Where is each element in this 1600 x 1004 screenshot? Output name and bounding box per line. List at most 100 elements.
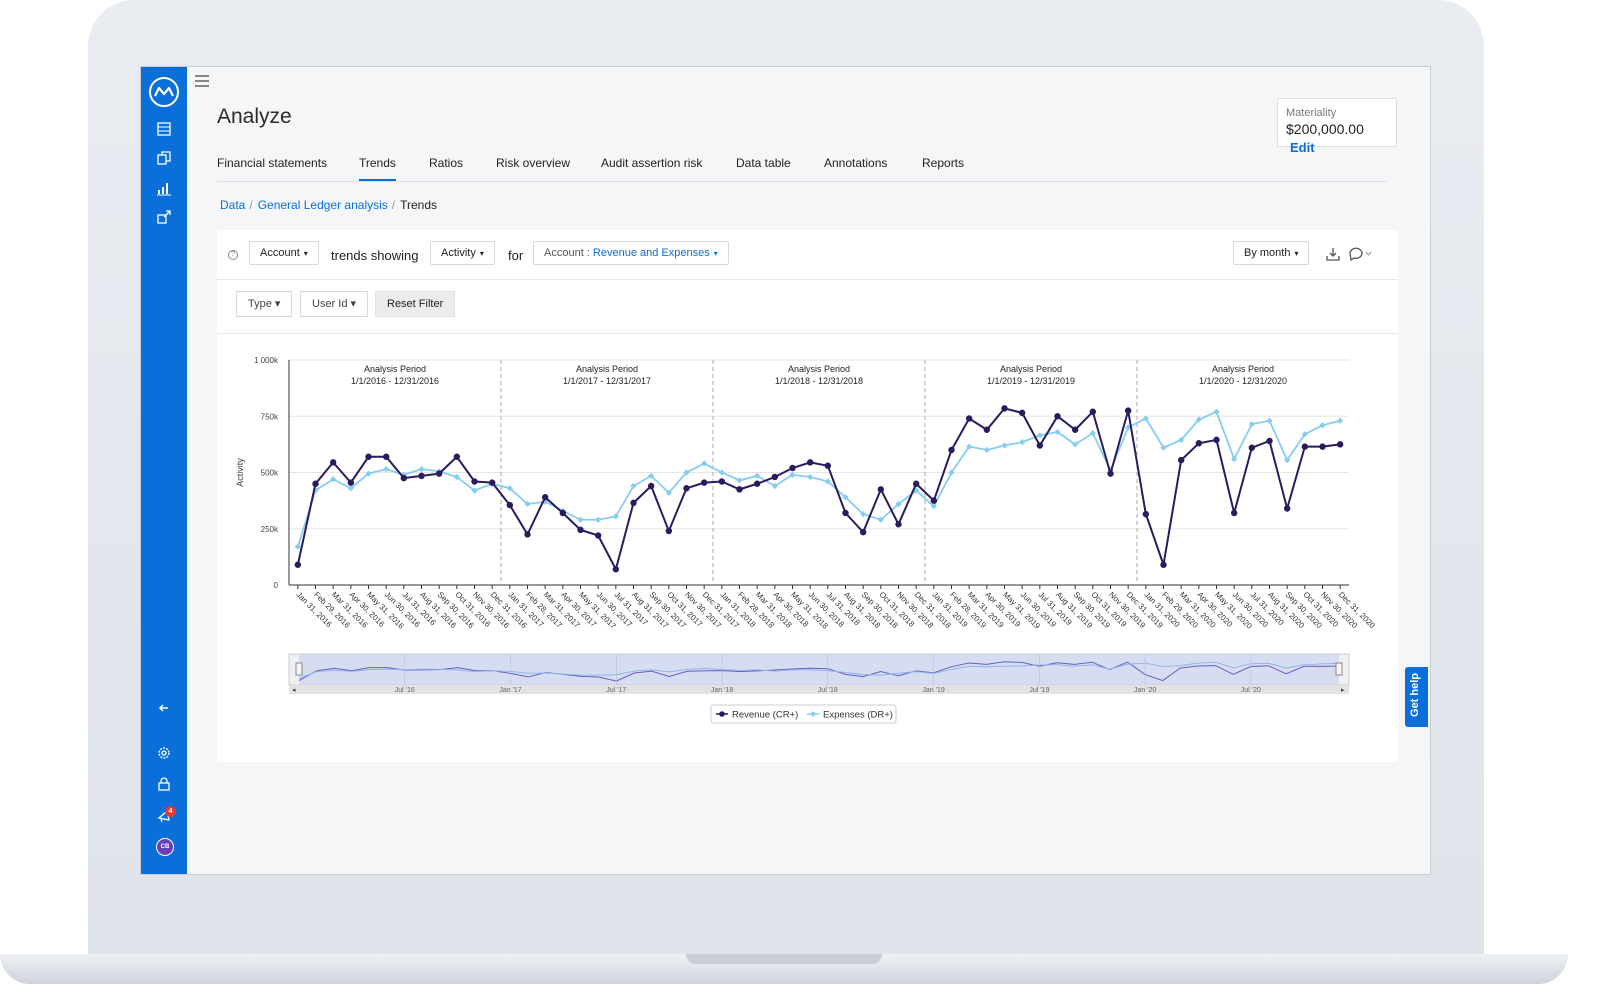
bar-chart-icon[interactable] [154,178,174,198]
table-icon[interactable] [154,119,174,139]
y-tick-label: 750k [261,412,279,421]
expenses-point [1266,417,1273,424]
revenue-point [541,494,549,501]
revenue-point [1142,510,1150,518]
revenue-point [771,473,779,481]
revenue-point [1177,456,1185,464]
export-icon[interactable] [154,207,174,227]
revenue-point [312,480,319,487]
revenue-point [965,415,973,422]
expenses-point [1319,422,1326,429]
download-icon[interactable] [1325,247,1341,261]
breadcrumb: Data / General Ledger analysis / Trends [220,198,437,212]
trend-chart: 0 250k 500k 750k 1 000k Activity Analysis Peri… [217,333,1398,762]
revenue-point [789,464,796,472]
notification-badge: 4 [165,806,176,817]
type-filter-button[interactable]: Type ▾ [236,291,293,317]
account-filter-dropdown[interactable]: Account : Revenue and Expenses ▾ [533,241,729,265]
get-help-label: Get help [1409,672,1421,717]
for-text: for [508,248,524,263]
revenue-point [1230,509,1238,517]
measure-dropdown[interactable]: Activity ▾ [430,241,495,265]
trends-showing-text: trends showing [331,248,419,263]
revenue-point [577,526,584,534]
period-annotation-title: Analysis Period [576,364,638,374]
menu-icon[interactable] [195,75,209,87]
navigator-left-handle [295,662,303,676]
revenue-point [895,521,902,528]
measure-value: Activity [441,247,476,259]
legend-revenue-label: Revenue (CR+) [732,710,798,721]
legend-revenue-marker [719,711,725,717]
reset-filter-button[interactable]: Reset Filter [375,291,456,317]
collapse-arrow-icon[interactable] [154,698,174,718]
comment-icon[interactable] [1348,247,1374,262]
sidebar: 4 CB [141,67,187,874]
navigator-label: Jul '17 [606,687,626,694]
page-title: Analyze [217,105,292,128]
trends-card: ? Account ▾ trends showing Activity ▾ for … [217,230,1398,762]
tab-financial-statements[interactable]: Financial statements [217,156,327,170]
scroll-left-icon: ◂ [292,687,296,694]
expenses-point [577,516,584,523]
y-axis-label: Activity [235,458,245,487]
period-value: By month [1244,247,1291,259]
materiality-edit-link[interactable]: Edit [1290,140,1315,155]
revenue-point [1018,409,1026,417]
y-tick-label: 1 000k [254,356,279,365]
materiality-box: Materiality $200,000.00 Edit [1277,98,1397,155]
materiality-label: Materiality [1286,107,1337,119]
period-dropdown[interactable]: By month ▾ [1233,241,1310,265]
documents-icon[interactable] [154,148,174,168]
series-line-expenses [296,410,1341,548]
caret-down-icon: ▾ [1294,249,1299,258]
revenue-point [1213,436,1220,444]
settings-icon[interactable] [154,743,174,763]
y-tick-label: 0 [274,581,279,590]
revenue-point [488,479,496,486]
tab-trends[interactable]: Trends [359,156,396,181]
period-annotation-title: Analysis Period [1212,364,1274,374]
revenue-point [736,486,743,493]
expenses-point [418,466,425,473]
expenses-point [1213,408,1220,415]
revenue-point [1266,437,1273,445]
revenue-point [859,528,867,536]
revenue-point [1283,505,1291,512]
revenue-point [824,462,832,469]
revenue-point [1001,405,1008,412]
navigator-label: Jan '19 [922,687,944,694]
caret-down-icon: ▾ [713,249,718,258]
revenue-point [930,497,938,504]
period-annotation-range: 1/1/2020 - 12/31/2020 [1199,376,1287,386]
filter-bar: Type ▾ User Id ▾ Reset Filter [217,279,1398,334]
revenue-point [912,480,920,487]
help-icon[interactable]: ? [228,250,238,260]
dimension-dropdown[interactable]: Account ▾ [249,241,319,265]
revenue-point [612,566,620,573]
revenue-point [1195,440,1203,447]
tab-audit-assertion-risk[interactable]: Audit assertion risk [601,156,702,170]
user-id-filter-button[interactable]: User Id ▾ [300,291,369,317]
tab-risk-overview[interactable]: Risk overview [496,156,570,170]
revenue-point [1319,443,1326,450]
revenue-point [329,459,337,466]
tab-data-table[interactable]: Data table [736,156,791,170]
get-help-button[interactable]: Get help [1405,667,1428,727]
revenue-point [559,509,567,517]
revenue-point [683,485,690,492]
scroll-right-icon: ▸ [1341,687,1345,694]
revenue-point [1248,444,1256,451]
tab-annotations[interactable]: Annotations [824,156,887,170]
breadcrumb-general-ledger[interactable]: General Ledger analysis [258,198,388,212]
expenses-point [1231,455,1238,463]
lock-icon[interactable] [154,774,174,794]
breadcrumb-data[interactable]: Data [220,198,245,212]
logo-icon[interactable] [149,77,179,107]
tab-reports[interactable]: Reports [922,156,964,170]
avatar[interactable]: CB [156,838,174,856]
revenue-point [471,478,478,485]
breadcrumb-separator: / [391,198,396,212]
tab-ratios[interactable]: Ratios [429,156,463,170]
revenue-point [294,561,302,568]
